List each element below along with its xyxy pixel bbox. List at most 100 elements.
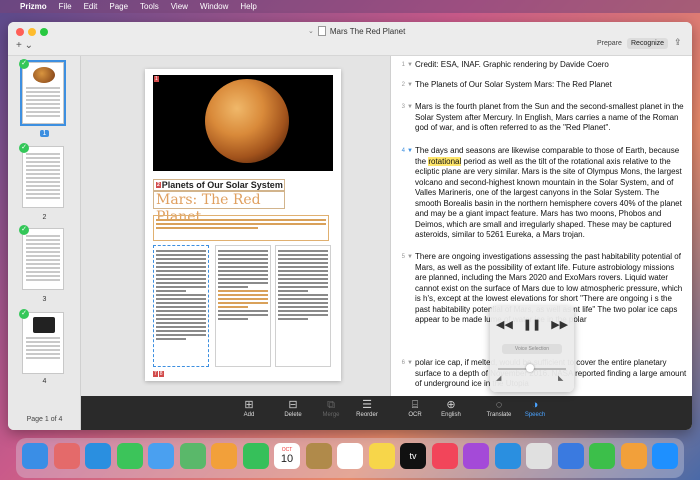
menu-page[interactable]: Page [109,2,128,11]
close-window-button[interactable] [16,28,24,36]
reminders-icon[interactable] [337,443,363,469]
add-button[interactable]: ⊞ Add [227,398,271,418]
pages-icon[interactable] [620,443,647,469]
rabbit-icon: ◣ [558,375,564,382]
voice-selection-dropdown[interactable]: Voice Selection [502,344,562,354]
page-thumbnails-sidebar: ✓ 1 ✓ 2 ✓ 3 ✓ 4 Page 1 of 4 [8,56,81,430]
space-thumbnail-image [33,317,55,333]
page-number-1: 1 [8,130,81,137]
launchpad-icon[interactable] [53,443,80,469]
title-bar: + ⌄ ⌄ Mars The Red Planet Prepare Recogn… [8,22,692,56]
chevron-down-icon[interactable]: ⌄ [308,27,314,35]
mars-thumbnail-image [33,67,55,83]
safari-icon[interactable] [85,443,111,469]
checkmark-icon: ✓ [19,59,29,69]
prizmo-icon[interactable] [305,443,332,469]
dictionary-icon[interactable] [526,443,552,469]
minimize-window-button[interactable] [28,28,36,36]
disclosure-arrow-icon[interactable]: ▼ [405,102,415,134]
zone-tag: 2 [156,182,161,188]
checkmark-icon: ✓ [19,143,29,153]
menu-window[interactable]: Window [200,2,228,11]
menu-file[interactable]: File [59,2,72,11]
bottom-toolbar: ⊞ Add ⊟ Delete ⧉ Merge ☰ Reorder ⌸ OCR ⊕… [81,396,692,430]
forward-icon[interactable]: ▶▶ [551,318,568,331]
document-page[interactable]: 1 2 Planets of Our Solar System Mars: Th… [145,69,341,381]
reorder-button[interactable]: ☰ Reorder [345,398,389,418]
heading-planets[interactable]: 2 Planets of Our Solar System [153,179,285,191]
menu-tools[interactable]: Tools [140,2,159,11]
paragraph-zone-3[interactable] [215,245,271,367]
page-number-2: 2 [42,214,47,221]
rewind-icon[interactable]: ◀◀ [496,318,513,331]
appstore2-icon[interactable] [652,443,678,469]
pause-icon[interactable]: ❚❚ [523,318,541,331]
disclosure-arrow-icon[interactable]: ▼ [405,60,415,71]
page-thumbnail-4[interactable]: ✓ [19,309,64,374]
menu-app-name[interactable]: Prizmo [20,2,47,11]
page-thumbnail-1[interactable]: ✓ [19,59,66,126]
mail-icon[interactable] [148,443,174,469]
add-menu-icon[interactable]: + ⌄ [16,40,33,51]
zoom-window-button[interactable] [40,28,48,36]
reorder-icon: ☰ [362,399,372,411]
apple-tv-icon[interactable]: tv [400,443,426,469]
mars-image[interactable]: 1 [153,75,333,171]
text-block-4[interactable]: 4 ▼ The days and seasons are likewise co… [391,146,692,241]
page-count-label: Page 1 of 4 [26,416,63,423]
menu-help[interactable]: Help [240,2,256,11]
document-view[interactable]: 1 2 Planets of Our Solar System Mars: Th… [81,56,390,408]
page-number-3: 3 [42,296,47,303]
disclosure-arrow-icon[interactable]: ▼ [405,252,415,326]
speech-controls: ◀◀ ❚❚ ▶▶ [490,318,574,331]
finder-icon[interactable] [22,443,48,469]
speech-rate-knob[interactable] [526,364,534,372]
disclosure-arrow-icon[interactable]: ▼ [405,146,415,241]
paragraph-zone-2[interactable] [153,245,209,367]
maps-icon[interactable] [179,443,206,469]
calendar-day: 10 [280,453,294,465]
disclosure-arrow-icon[interactable]: ▼ [405,358,415,390]
page-thumbnail-3[interactable]: ✓ [19,225,64,290]
calendar-icon[interactable]: OCT 10 [274,443,300,469]
heading-mars[interactable]: Mars: The Red Planet [153,191,285,225]
text-block-2[interactable]: 2 ▼ The Planets of Our Solar System Mars… [391,80,692,91]
text-block-3[interactable]: 3 ▼ Mars is the fourth planet from the S… [391,102,692,134]
document-title[interactable]: ⌄ Mars The Red Planet [308,26,405,36]
speech-popover: ◀◀ ❚❚ ▶▶ Voice Selection ◢ ◣ [490,306,574,392]
zone-tags-footer: 78 [153,371,164,377]
menu-edit[interactable]: Edit [84,2,98,11]
turtle-icon: ◢ [496,375,502,382]
notes-icon[interactable] [368,443,395,469]
checkmark-icon: ✓ [19,225,29,235]
checkmark-icon: ✓ [19,309,29,319]
document-icon [317,26,326,36]
paragraph-zone-1[interactable] [153,215,329,241]
menu-bar: Prizmo File Edit Page Tools View Window … [0,0,700,13]
dock: OCT 10 tv [16,438,684,478]
photos-icon[interactable] [211,443,237,469]
speech-button[interactable]: ◑ Speech [513,398,557,418]
zone-tag: 1 [154,76,159,82]
numbers-icon[interactable] [589,443,615,469]
paragraph-zone-4[interactable] [275,245,331,367]
facetime-icon[interactable] [242,443,269,469]
app-window: + ⌄ ⌄ Mars The Red Planet Prepare Recogn… [8,22,692,430]
music-icon[interactable] [431,443,458,469]
text-block-1[interactable]: 1 ▼ Credit: ESA, INAF. Graphic rendering… [391,60,692,71]
page-number-4: 4 [42,378,47,385]
app-store-icon[interactable] [494,443,521,469]
keynote-icon[interactable] [557,443,584,469]
globe-icon: ⊕ [446,399,456,411]
messages-icon[interactable] [116,443,143,469]
page-thumbnail-2[interactable]: ✓ [19,143,64,208]
share-icon[interactable]: ⇪ [674,37,682,48]
menu-view[interactable]: View [171,2,188,11]
recognize-button[interactable]: Recognize [627,38,669,49]
language-button[interactable]: ⊕ English [429,398,473,418]
speech-icon: ◑ [531,399,539,411]
prepare-button[interactable]: Prepare [593,39,626,48]
disclosure-arrow-icon[interactable]: ▼ [405,80,415,91]
podcasts-icon[interactable] [463,443,489,469]
document-title-text: Mars The Red Planet [329,26,406,36]
